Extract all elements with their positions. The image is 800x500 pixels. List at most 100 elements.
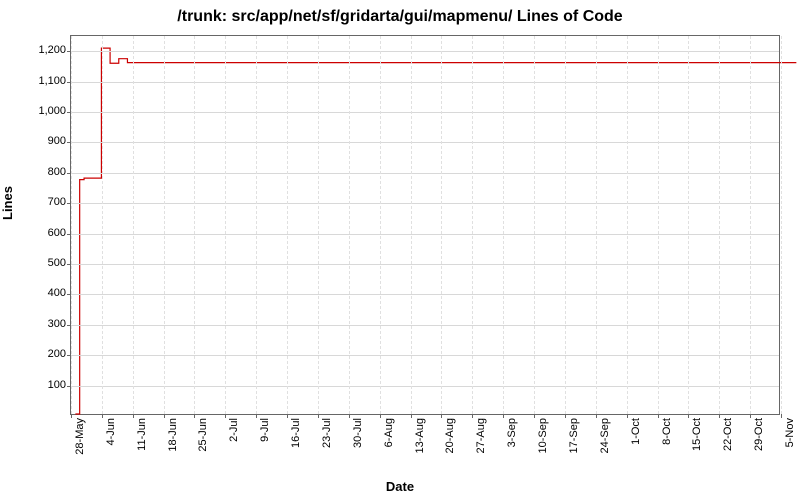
x-tick-label: 28-May <box>74 418 86 478</box>
x-tick-label: 17-Sep <box>568 418 580 478</box>
x-tick-mark <box>349 414 350 418</box>
grid-line-v <box>750 36 751 414</box>
x-tick-mark <box>71 414 72 418</box>
x-tick-mark <box>380 414 381 418</box>
grid-line-v <box>194 36 195 414</box>
y-tick-label: 400 <box>6 287 66 299</box>
grid-line-v <box>287 36 288 414</box>
y-tick-label: 1,100 <box>6 75 66 87</box>
x-tick-mark <box>318 414 319 418</box>
y-tick-label: 500 <box>6 257 66 269</box>
y-tick-label: 600 <box>6 227 66 239</box>
x-tick-mark <box>503 414 504 418</box>
x-axis-label: Date <box>0 479 800 494</box>
grid-line-h <box>71 203 779 204</box>
grid-line-v <box>658 36 659 414</box>
grid-line-v <box>102 36 103 414</box>
grid-line-h <box>71 325 779 326</box>
x-tick-mark <box>719 414 720 418</box>
grid-line-v <box>719 36 720 414</box>
chart-container: /trunk: src/app/net/sf/gridarta/gui/mapm… <box>0 0 800 500</box>
x-tick-label: 23-Jul <box>321 418 333 478</box>
x-tick-label: 5-Nov <box>784 418 796 478</box>
y-tick-label: 300 <box>6 318 66 330</box>
grid-line-v <box>596 36 597 414</box>
y-tick-label: 700 <box>6 196 66 208</box>
x-tick-label: 16-Jul <box>290 418 302 478</box>
data-line <box>71 36 779 414</box>
grid-line-v <box>133 36 134 414</box>
grid-line-v <box>627 36 628 414</box>
grid-line-v <box>411 36 412 414</box>
x-tick-mark <box>441 414 442 418</box>
y-tick-label: 800 <box>6 166 66 178</box>
grid-line-v <box>534 36 535 414</box>
grid-line-v <box>380 36 381 414</box>
x-tick-mark <box>472 414 473 418</box>
x-tick-mark <box>627 414 628 418</box>
chart-title: /trunk: src/app/net/sf/gridarta/gui/mapm… <box>0 8 800 26</box>
grid-line-v <box>256 36 257 414</box>
x-tick-label: 8-Oct <box>661 418 673 478</box>
grid-line-h <box>71 264 779 265</box>
x-tick-mark <box>411 414 412 418</box>
x-tick-mark <box>287 414 288 418</box>
x-tick-mark <box>225 414 226 418</box>
grid-line-h <box>71 294 779 295</box>
x-tick-mark <box>194 414 195 418</box>
x-tick-label: 24-Sep <box>599 418 611 478</box>
grid-line-h <box>71 142 779 143</box>
grid-line-h <box>71 173 779 174</box>
x-tick-mark <box>688 414 689 418</box>
plot-area <box>70 35 780 415</box>
y-tick-label: 1,200 <box>6 44 66 56</box>
x-tick-mark <box>256 414 257 418</box>
grid-line-v <box>318 36 319 414</box>
grid-line-v <box>441 36 442 414</box>
grid-line-v <box>349 36 350 414</box>
x-tick-mark <box>534 414 535 418</box>
grid-line-h <box>71 234 779 235</box>
grid-line-h <box>71 386 779 387</box>
x-tick-label: 15-Oct <box>691 418 703 478</box>
x-tick-label: 10-Sep <box>537 418 549 478</box>
x-tick-label: 9-Jul <box>259 418 271 478</box>
y-tick-label: 200 <box>6 348 66 360</box>
grid-line-v <box>565 36 566 414</box>
x-tick-label: 13-Aug <box>414 418 426 478</box>
x-tick-label: 20-Aug <box>444 418 456 478</box>
x-tick-mark <box>565 414 566 418</box>
grid-line-v <box>781 36 782 414</box>
grid-line-h <box>71 51 779 52</box>
y-tick-label: 100 <box>6 379 66 391</box>
grid-line-h <box>71 82 779 83</box>
grid-line-v <box>225 36 226 414</box>
grid-line-h <box>71 355 779 356</box>
grid-line-h <box>71 112 779 113</box>
x-tick-mark <box>781 414 782 418</box>
x-tick-label: 22-Oct <box>722 418 734 478</box>
x-tick-label: 18-Jun <box>167 418 179 478</box>
grid-line-v <box>688 36 689 414</box>
x-tick-mark <box>133 414 134 418</box>
x-tick-label: 27-Aug <box>475 418 487 478</box>
x-tick-label: 4-Jun <box>105 418 117 478</box>
grid-line-v <box>164 36 165 414</box>
grid-line-v <box>71 36 72 414</box>
x-tick-label: 2-Jul <box>228 418 240 478</box>
x-tick-mark <box>750 414 751 418</box>
y-tick-label: 900 <box>6 135 66 147</box>
x-tick-label: 3-Sep <box>506 418 518 478</box>
x-tick-label: 29-Oct <box>753 418 765 478</box>
x-tick-label: 25-Jun <box>197 418 209 478</box>
x-tick-label: 30-Jul <box>352 418 364 478</box>
x-tick-mark <box>658 414 659 418</box>
x-tick-label: 11-Jun <box>136 418 148 478</box>
x-tick-mark <box>596 414 597 418</box>
x-tick-label: 1-Oct <box>630 418 642 478</box>
grid-line-v <box>472 36 473 414</box>
x-tick-mark <box>102 414 103 418</box>
x-tick-label: 6-Aug <box>383 418 395 478</box>
grid-line-v <box>503 36 504 414</box>
y-tick-label: 1,000 <box>6 105 66 117</box>
